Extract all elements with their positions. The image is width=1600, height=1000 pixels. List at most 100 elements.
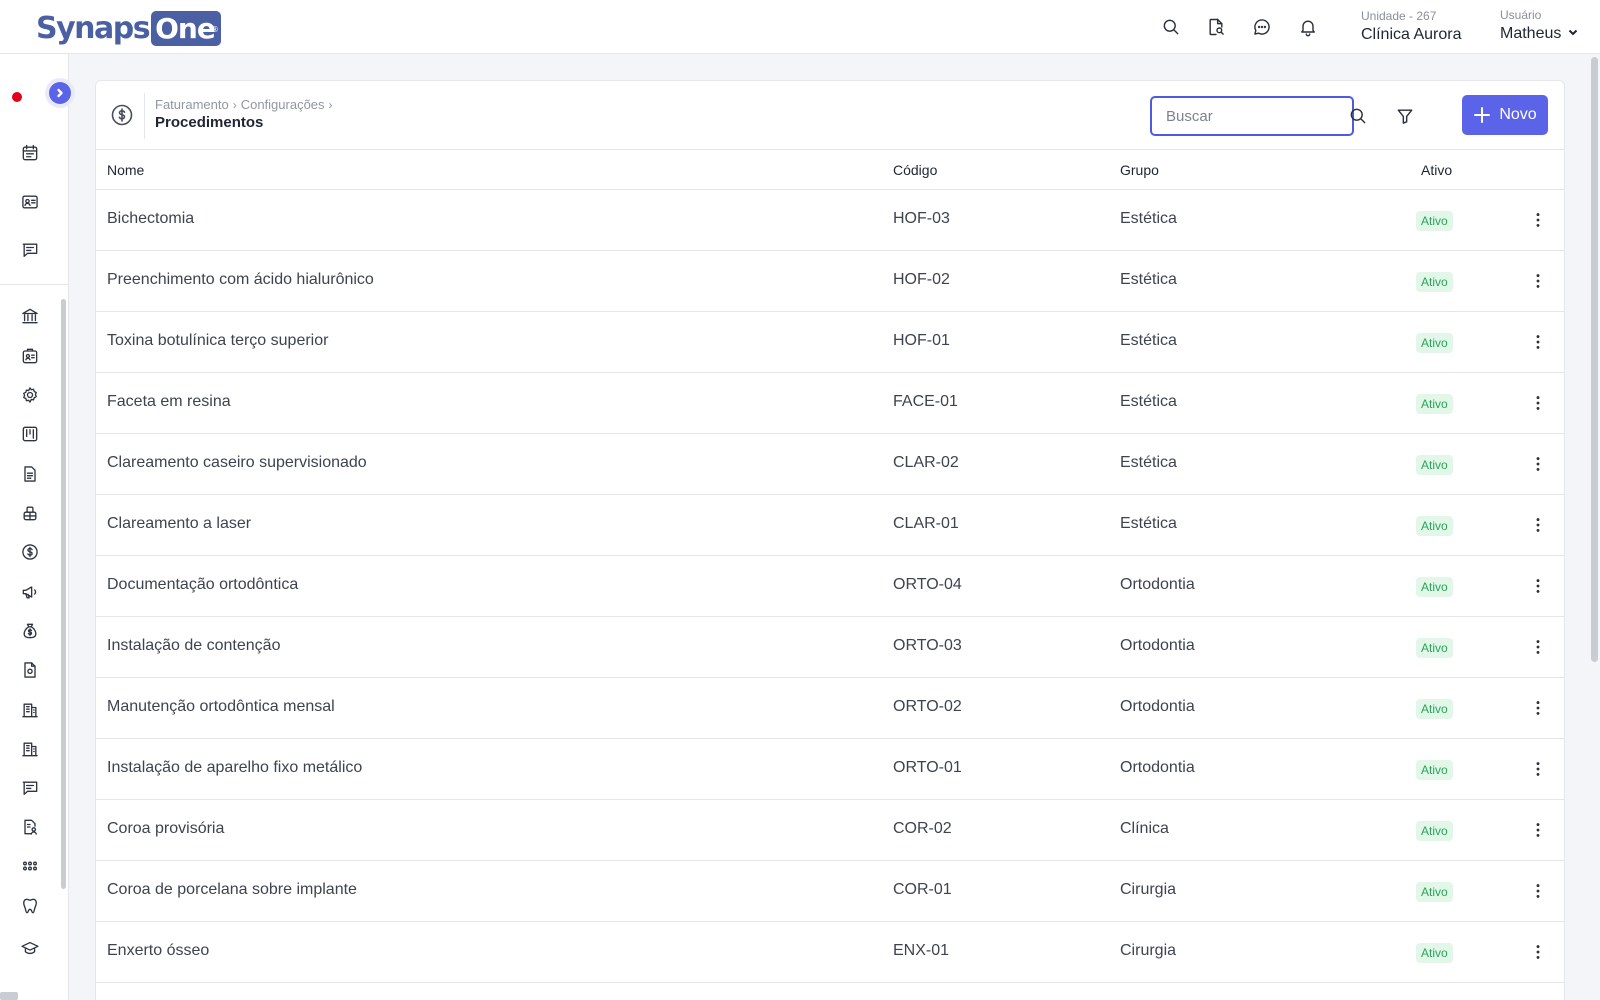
status-badge: Ativo	[1416, 699, 1453, 719]
breadcrumb-separator: ›	[328, 97, 333, 112]
procedure-name: Preenchimento com ácido hialurônico	[107, 271, 374, 288]
column-header-active[interactable]: Ativo	[1421, 162, 1452, 178]
breadcrumb-item-configuracoes[interactable]: Configurações	[241, 97, 325, 112]
status-badge: Ativo	[1416, 211, 1453, 231]
procedure-group: Ortodontia	[1120, 576, 1195, 593]
row-actions-button[interactable]	[1526, 330, 1550, 354]
column-header-name[interactable]: Nome	[107, 162, 144, 178]
new-procedure-button[interactable]: Novo	[1462, 95, 1548, 135]
chat-icon[interactable]	[1250, 15, 1274, 39]
table-row[interactable]: Manutenção ortodôntica mensal ORTO-02 Or…	[96, 678, 1564, 739]
page-scrollbar[interactable]	[1591, 57, 1598, 662]
robot-icon[interactable]	[18, 501, 42, 525]
synapsone-logo[interactable]: Synaps One ®	[36, 10, 221, 46]
document-icon[interactable]	[18, 658, 42, 682]
id-card-icon[interactable]	[18, 190, 42, 214]
procedure-code: COR-02	[893, 820, 952, 837]
table-row[interactable]: Enxerto ósseo ENX-01 Cirurgia Ativo	[96, 922, 1564, 983]
status-badge: Ativo	[1416, 821, 1453, 841]
logo-badge: One ®	[151, 10, 221, 46]
procedure-code: HOF-02	[893, 271, 950, 288]
procedures-card: Faturamento › Configurações › Procedimen…	[95, 80, 1565, 1000]
more-vertical-icon	[1536, 335, 1540, 349]
procedure-group: Estética	[1120, 210, 1177, 227]
filter-button[interactable]	[1392, 103, 1418, 129]
search-button[interactable]	[1345, 103, 1371, 129]
row-actions-button[interactable]	[1526, 391, 1550, 415]
search-input[interactable]	[1150, 96, 1354, 136]
dollar-icon[interactable]	[18, 540, 42, 564]
column-header-group[interactable]: Grupo	[1120, 162, 1159, 178]
procedure-name: Documentação ortodôntica	[107, 576, 299, 593]
message-icon[interactable]	[18, 776, 42, 800]
more-vertical-icon	[1536, 457, 1540, 471]
procedure-group: Ortodontia	[1120, 698, 1195, 715]
apps-icon[interactable]	[18, 854, 42, 878]
breadcrumb-item-faturamento[interactable]: Faturamento	[155, 97, 229, 112]
procedure-name: Bichectomia	[107, 210, 195, 227]
status-badge: Ativo	[1416, 516, 1453, 536]
unit-selector[interactable]: Unidade - 267 Clínica Aurora	[1361, 9, 1462, 44]
table-row[interactable]: Clareamento caseiro supervisionado CLAR-…	[96, 434, 1564, 495]
graduation-icon[interactable]	[18, 936, 42, 960]
table-row[interactable]: Faceta em resina FACE-01 Estética Ativo	[96, 373, 1564, 434]
dollar-icon	[110, 103, 134, 127]
row-actions-button[interactable]	[1526, 879, 1550, 903]
breadcrumb-separator: ›	[232, 97, 237, 112]
bell-icon[interactable]	[1296, 15, 1320, 39]
table-row[interactable]: Toxina botulínica terço superior HOF-01 …	[96, 312, 1564, 373]
procedure-name: Manutenção ortodôntica mensal	[107, 698, 335, 715]
search-icon[interactable]	[1159, 15, 1183, 39]
tooth-icon[interactable]	[18, 894, 42, 918]
gear-icon[interactable]	[18, 383, 42, 407]
procedure-name: Enxerto ósseo	[107, 942, 210, 959]
row-actions-button[interactable]	[1526, 818, 1550, 842]
message-icon[interactable]	[18, 238, 42, 262]
status-badge: Ativo	[1416, 943, 1453, 963]
building-icon[interactable]	[18, 698, 42, 722]
table-row[interactable]: Bichectomia HOF-03 Estética Ativo	[96, 190, 1564, 251]
megaphone-icon[interactable]	[18, 580, 42, 604]
document-search-icon[interactable]	[1204, 15, 1228, 39]
column-header-code[interactable]: Código	[893, 162, 937, 178]
table-row[interactable]: Documentação ortodôntica ORTO-04 Ortodon…	[96, 556, 1564, 617]
sidebar-scrollbar-horizontal[interactable]	[0, 992, 18, 1000]
row-actions-button[interactable]	[1526, 208, 1550, 232]
more-vertical-icon	[1536, 518, 1540, 532]
sidebar-scrollbar[interactable]	[61, 299, 66, 889]
procedure-code: FACE-01	[893, 393, 958, 410]
row-actions-button[interactable]	[1526, 635, 1550, 659]
card-header: Faturamento › Configurações › Procedimen…	[96, 81, 1564, 150]
top-bar: Synaps One ® Unidade - 267 Clínica Aurora…	[0, 0, 1600, 54]
table-row[interactable]: Coroa de porcelana sobre implante COR-01…	[96, 861, 1564, 922]
row-actions-button[interactable]	[1526, 513, 1550, 537]
procedure-group: Ortodontia	[1120, 637, 1195, 654]
badge-icon[interactable]	[18, 344, 42, 368]
kanban-icon[interactable]	[18, 422, 42, 446]
money-bag-icon[interactable]	[18, 619, 42, 643]
building-icon[interactable]	[18, 737, 42, 761]
file-icon[interactable]	[18, 462, 42, 486]
procedure-code: HOF-03	[893, 210, 950, 227]
table-row[interactable]: Clareamento a laser CLAR-01 Estética Ati…	[96, 495, 1564, 556]
row-actions-button[interactable]	[1526, 940, 1550, 964]
chevron-down-icon	[1567, 25, 1579, 43]
row-actions-button[interactable]	[1526, 574, 1550, 598]
more-vertical-icon	[1536, 762, 1540, 776]
row-actions-button[interactable]	[1526, 452, 1550, 476]
calendar-icon[interactable]	[18, 141, 42, 165]
status-badge: Ativo	[1416, 577, 1453, 597]
expand-sidebar-button[interactable]	[49, 82, 71, 104]
row-actions-button[interactable]	[1526, 269, 1550, 293]
logo-badge-text: One	[155, 11, 216, 45]
row-actions-button[interactable]	[1526, 757, 1550, 781]
table-row[interactable]: Instalação de contenção ORTO-03 Ortodont…	[96, 617, 1564, 678]
user-report-icon[interactable]	[18, 815, 42, 839]
table-row[interactable]: Preenchimento com ácido hialurônico HOF-…	[96, 251, 1564, 312]
search-icon	[1350, 108, 1366, 124]
table-row[interactable]: Coroa provisória COR-02 Clínica Ativo	[96, 800, 1564, 861]
bank-icon[interactable]	[18, 304, 42, 328]
user-menu[interactable]: Usuário Matheus	[1500, 8, 1579, 43]
row-actions-button[interactable]	[1526, 696, 1550, 720]
table-row[interactable]: Instalação de aparelho fixo metálico ORT…	[96, 739, 1564, 800]
